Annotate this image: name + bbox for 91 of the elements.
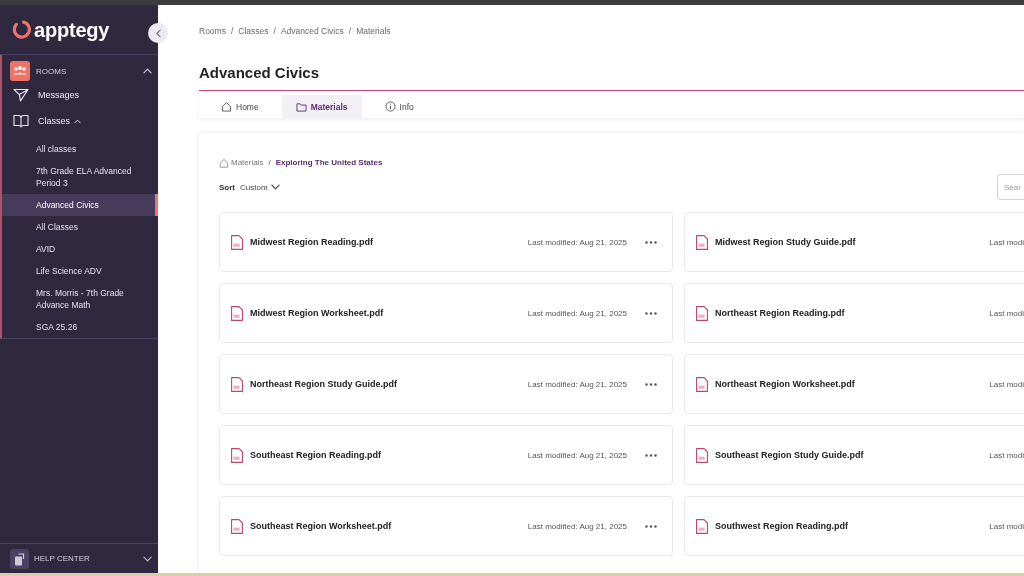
modified-date: Last modi (989, 450, 1024, 460)
modified-date: Last modi (989, 521, 1024, 531)
file-card[interactable]: Northeast Region Worksheet.pdf Last modi (684, 354, 1024, 414)
more-icon (645, 240, 657, 244)
modified-date: Last modified: Aug 21, 2025 (527, 450, 627, 460)
file-card[interactable]: Southeast Region Reading.pdf Last modified: Aug 21, 2025 (219, 425, 673, 485)
file-name: Southwest Region Reading.pdf (715, 521, 848, 531)
folder-icon (295, 101, 307, 112)
sidebar-item[interactable]: All Classes (2, 216, 158, 238)
sort-label: Sort (219, 182, 235, 192)
sidebar-item[interactable]: Advanced Civics (2, 194, 158, 216)
pdf-file-icon (231, 234, 243, 250)
file-card[interactable]: Southeast Region Worksheet.pdf Last modified: Aug 21, 2025 (219, 496, 673, 556)
pdf-file-icon (696, 234, 708, 250)
pdf-file-icon (696, 518, 708, 534)
sidebar-item[interactable]: Life Science ADV (2, 260, 158, 282)
more-button[interactable] (645, 311, 657, 315)
more-icon (645, 382, 657, 386)
modified-date: Last modi (989, 308, 1024, 318)
home-icon (221, 101, 232, 112)
pdf-file-icon (231, 447, 243, 463)
home-icon (219, 158, 229, 168)
pdf-file-icon (231, 376, 243, 392)
sidebar-group-toggle[interactable]: Classes (2, 108, 158, 134)
modified-date: Last modified: Aug 21, 2025 (527, 237, 627, 247)
sidebar-item[interactable]: AVID (2, 238, 158, 260)
file-name: Midwest Region Reading.pdf (250, 237, 373, 247)
breadcrumb-link[interactable]: Materials (356, 25, 391, 37)
file-card[interactable]: Midwest Region Study Guide.pdf Last modi (684, 212, 1024, 272)
search-field[interactable]: Sear (997, 174, 1024, 200)
file-name: Northeast Region Worksheet.pdf (715, 379, 855, 389)
sidebar-item[interactable]: Mrs. Morris - 7th Grade Advance Math (2, 282, 158, 316)
collapse-button[interactable] (148, 23, 168, 43)
file-card[interactable]: Midwest Region Worksheet.pdf Last modified: Aug 21, 2025 (219, 283, 673, 343)
plane-icon (13, 88, 29, 102)
sidebar-item[interactable]: All classes (2, 138, 158, 160)
more-button[interactable] (645, 453, 657, 457)
pdf-file-icon (696, 305, 708, 321)
pdf-file-icon (231, 305, 243, 321)
chevron-left-icon (155, 28, 161, 38)
people-icon (10, 61, 30, 81)
more-button[interactable] (645, 382, 657, 386)
more-icon (645, 524, 657, 528)
file-card[interactable]: Southwest Region Reading.pdf Last modi (684, 496, 1024, 556)
file-name: Midwest Region Worksheet.pdf (250, 308, 384, 318)
book-icon (13, 114, 29, 128)
file-card[interactable]: Northeast Region Reading.pdf Last modi (684, 283, 1024, 343)
rooms-toggle[interactable]: ROOMS (2, 60, 158, 82)
sidebar-item[interactable]: SGA 25.26 (2, 316, 158, 338)
modified-date: Last modified: Aug 21, 2025 (527, 521, 627, 531)
logo-wordmark: apptegy (34, 17, 110, 42)
info-icon (384, 101, 396, 112)
modified-date: Last modified: Aug 21, 2025 (527, 308, 627, 318)
breadcrumb-link[interactable]: Rooms (199, 25, 226, 37)
modified-date: Last modi (989, 237, 1024, 247)
pdf-file-icon (696, 376, 708, 392)
breadcrumb-separator: / (348, 25, 352, 37)
modified-date: Last modified: Aug 21, 2025 (527, 379, 627, 389)
more-button[interactable] (645, 524, 657, 528)
breadcrumb-link[interactable]: Materials (219, 157, 264, 169)
more-icon (645, 453, 657, 457)
breadcrumb-link[interactable]: Classes (238, 25, 269, 37)
file-name: Southeast Region Worksheet.pdf (250, 521, 392, 531)
breadcrumb-separator: / (273, 25, 276, 37)
ring-icon (12, 20, 31, 39)
file-name: Northeast Region Study Guide.pdf (250, 379, 397, 389)
modified-date: Last modi (989, 379, 1024, 389)
tab[interactable]: Home (207, 95, 273, 118)
file-card[interactable]: Northeast Region Study Guide.pdf Last modified: Aug 21, 2025 (219, 354, 673, 414)
breadcrumb-separator: / (268, 157, 271, 169)
tab[interactable]: Info (370, 95, 428, 118)
document-icon (10, 548, 29, 569)
tab[interactable]: Materials (281, 95, 362, 118)
sort-dropdown[interactable]: Custom (240, 182, 280, 192)
file-card[interactable]: Southeast Region Study Guide.pdf Last modi (684, 425, 1024, 485)
breadcrumb-current: Exploring The United States (275, 157, 383, 169)
sidebar-link[interactable]: Messages (2, 82, 158, 108)
breadcrumb-separator: / (230, 25, 234, 37)
pdf-file-icon (231, 518, 243, 534)
file-card[interactable]: Midwest Region Reading.pdf Last modified: Aug 21, 2025 (219, 212, 673, 272)
caret-down-icon (270, 184, 280, 190)
breadcrumb-link[interactable]: Advanced Civics (280, 25, 344, 37)
sidebar-item[interactable]: 7th Grade ELA Advanced Period 3 (2, 160, 158, 194)
file-name: Southeast Region Reading.pdf (250, 450, 381, 460)
file-name: Midwest Region Study Guide.pdf (715, 237, 856, 247)
page-title: Advanced Civics (199, 64, 321, 82)
more-button[interactable] (645, 240, 657, 244)
file-name: Southeast Region Study Guide.pdf (715, 450, 864, 460)
pdf-file-icon (696, 447, 708, 463)
file-name: Northeast Region Reading.pdf (715, 308, 845, 318)
more-icon (645, 311, 657, 315)
